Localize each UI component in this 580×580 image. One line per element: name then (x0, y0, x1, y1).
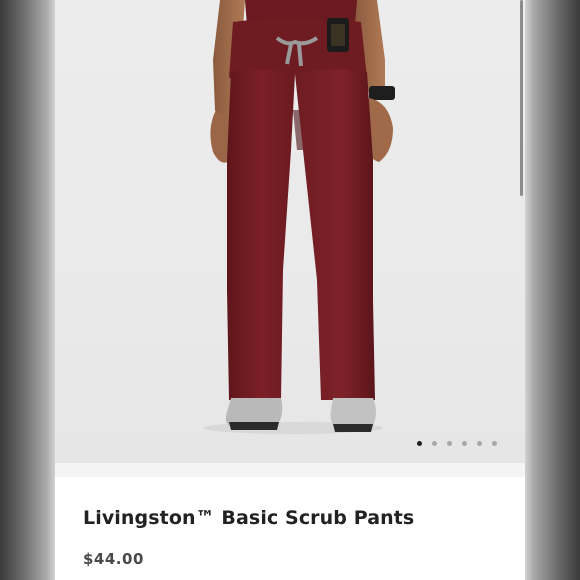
left-shoe-sole (229, 422, 279, 430)
right-shoe (330, 398, 376, 428)
image-scrollbar[interactable] (520, 0, 523, 196)
phone-screen (331, 24, 345, 46)
carousel-dot-5[interactable] (477, 441, 482, 446)
product-card: Livingston™ Basic Scrub Pants $44.00 (55, 0, 525, 580)
watch (369, 86, 395, 100)
carousel-dot-4[interactable] (462, 441, 467, 446)
right-pant-leg (295, 69, 375, 400)
screen: Livingston™ Basic Scrub Pants $44.00 (0, 0, 580, 580)
section-divider (55, 463, 525, 477)
product-info: Livingston™ Basic Scrub Pants $44.00 (55, 477, 525, 580)
carousel-dot-6[interactable] (492, 441, 497, 446)
carousel-dot-1[interactable] (417, 441, 422, 446)
carousel-dots (55, 441, 525, 451)
product-title[interactable]: Livingston™ Basic Scrub Pants (83, 507, 414, 529)
carousel-dot-2[interactable] (432, 441, 437, 446)
product-price: $44.00 (83, 550, 144, 568)
right-shoe-sole (333, 424, 373, 432)
carousel-dot-3[interactable] (447, 441, 452, 446)
product-photo[interactable] (55, 0, 525, 463)
product-illustration (203, 0, 395, 434)
left-pant-leg (227, 69, 295, 400)
